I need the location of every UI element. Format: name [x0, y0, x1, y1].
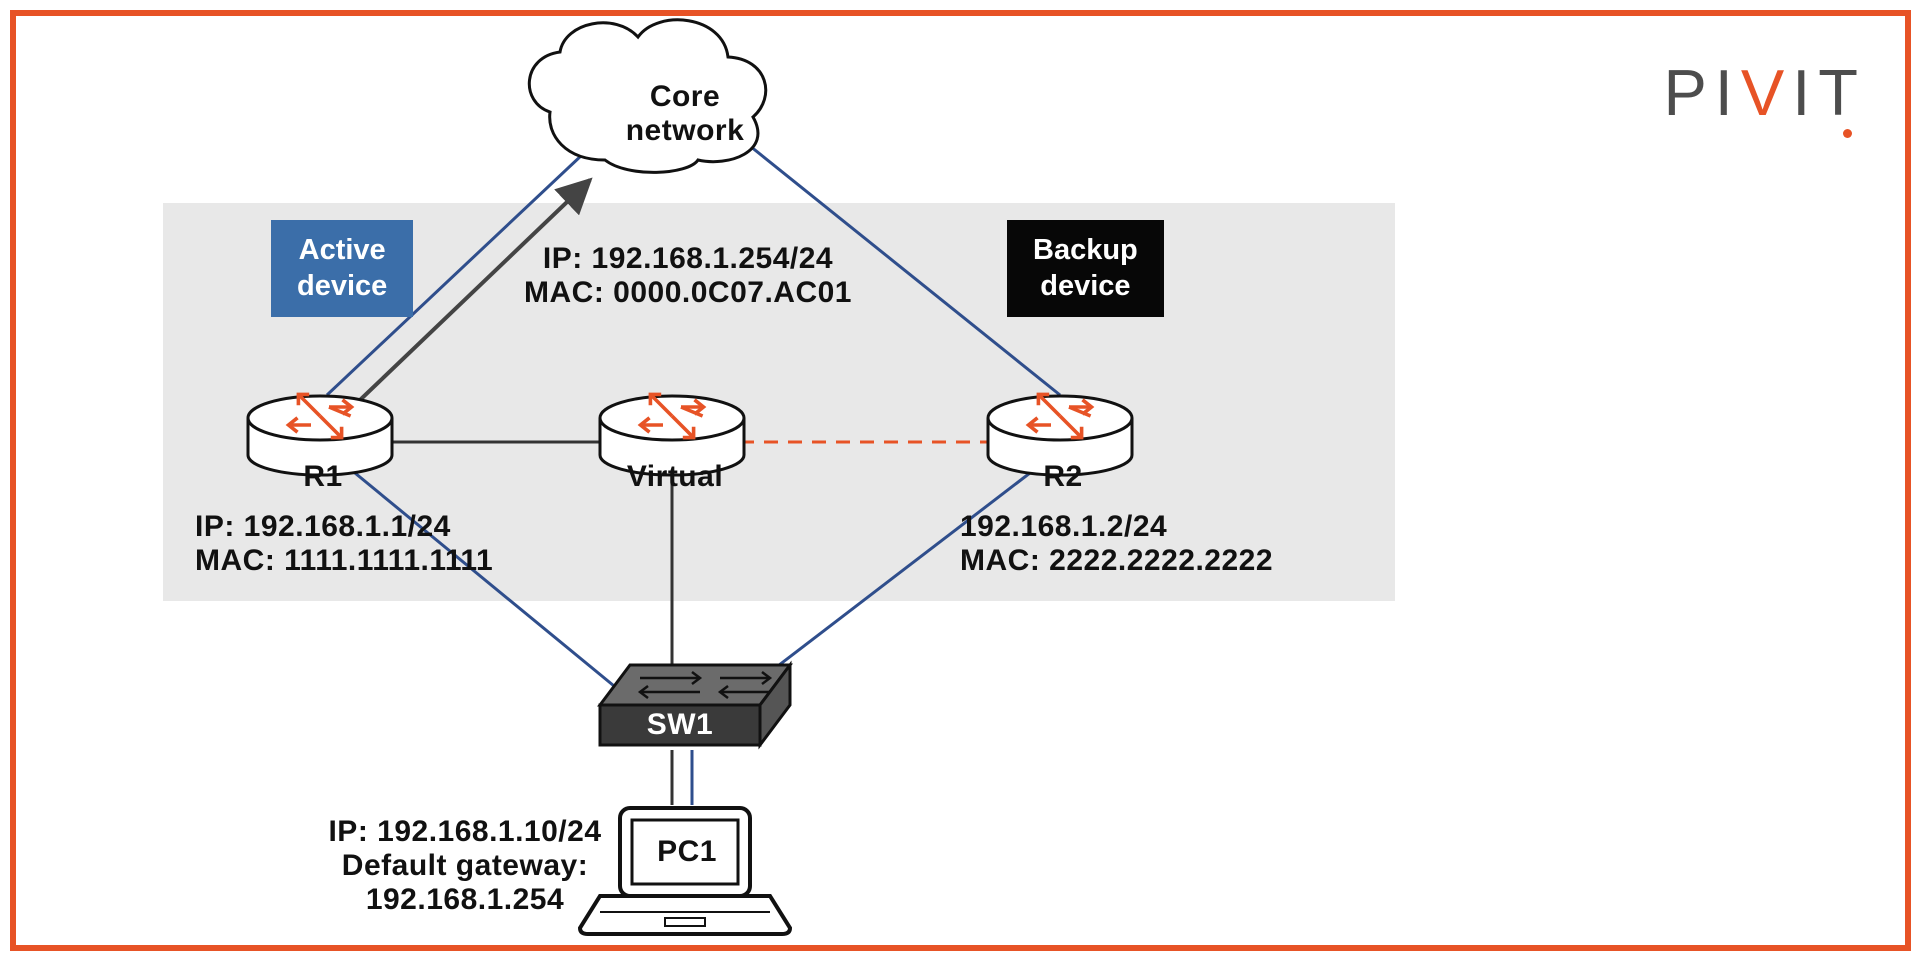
- virtual-mac: MAC: 0000.0C07.AC01: [524, 276, 852, 309]
- pc-gw-label: Default gateway:: [342, 849, 588, 882]
- cloud-label-line2: network: [626, 114, 745, 147]
- switch-name: SW1: [640, 708, 720, 742]
- pc-info: IP: 192.168.1.10/24 Default gateway: 192…: [320, 815, 610, 917]
- cloud-label-line1: Core: [650, 80, 720, 113]
- pc-gw-value: 192.168.1.254: [366, 883, 564, 916]
- r1-name: R1: [298, 460, 348, 494]
- logo: PIVIT: [1663, 55, 1866, 130]
- tag-backup-line2: device: [1040, 270, 1130, 302]
- pc-name: PC1: [637, 835, 737, 869]
- r1-ip: IP: 192.168.1.1/24: [195, 510, 451, 543]
- tag-active-line2: device: [297, 270, 387, 302]
- virtual-info: IP: 192.168.1.254/24 MAC: 0000.0C07.AC01: [518, 242, 858, 310]
- r1-info: IP: 192.168.1.1/24 MAC: 1111.1111.1111: [195, 510, 505, 578]
- r2-mac: MAC: 2222.2222.2222: [960, 544, 1273, 577]
- tag-active-line1: Active: [299, 234, 386, 266]
- tag-backup-device: Backup device: [1007, 220, 1164, 317]
- virtual-name: Virtual: [625, 460, 725, 494]
- pc-ip: IP: 192.168.1.10/24: [328, 815, 601, 848]
- r2-ip: 192.168.1.2/24: [960, 510, 1167, 543]
- virtual-ip: IP: 192.168.1.254/24: [543, 242, 833, 275]
- r2-name: R2: [1038, 460, 1088, 494]
- r2-info: 192.168.1.2/24 MAC: 2222.2222.2222: [960, 510, 1340, 578]
- tag-active-device: Active device: [271, 220, 413, 317]
- tag-backup-line1: Backup: [1033, 234, 1138, 266]
- cloud-label: Core network: [625, 80, 745, 148]
- r1-mac: MAC: 1111.1111.1111: [195, 544, 493, 577]
